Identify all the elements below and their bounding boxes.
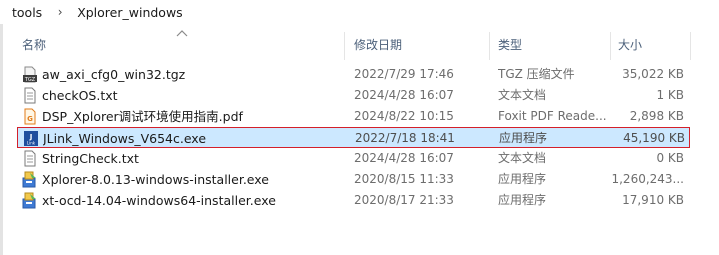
file-date-modified: 2020/8/17 21:33 [354, 193, 454, 207]
file-date-modified: 2024/8/22 10:15 [354, 109, 454, 123]
breadcrumb: tools › Xplorer_windows [0, 0, 719, 24]
chevron-right-icon[interactable]: › [52, 5, 68, 19]
file-size: 2,898 KB [629, 109, 684, 123]
file-date-modified: 2024/4/28 16:07 [354, 88, 454, 102]
file-type: Foxit PDF Reade... [498, 109, 607, 123]
column-header-type[interactable]: 类型 [498, 26, 522, 64]
svg-text:G: G [27, 115, 33, 123]
file-name: JLink_Windows_V654c.exe [43, 131, 207, 146]
file-size: 35,022 KB [622, 67, 684, 81]
column-divider[interactable] [344, 32, 345, 60]
file-date-modified: 2022/7/29 17:46 [354, 67, 454, 81]
file-name: Xplorer-8.0.13-windows-installer.exe [42, 172, 269, 187]
breadcrumb-item-xplorer-windows[interactable]: Xplorer_windows [77, 5, 183, 20]
svg-text:TGZ: TGZ [24, 77, 36, 83]
column-header-date-modified[interactable]: 修改日期 [354, 26, 402, 64]
column-header-size[interactable]: 大小 [618, 26, 642, 64]
installer-exe-icon [22, 192, 38, 209]
breadcrumb-item-tools[interactable]: tools [12, 5, 42, 20]
pdf-file-icon: G [22, 108, 38, 125]
column-divider[interactable] [610, 32, 611, 60]
file-name: DSP_Xplorer调试环境使用指南.pdf [42, 109, 243, 124]
text-file-icon [22, 150, 38, 167]
file-size: 0 KB [656, 151, 684, 165]
column-header-row: 名称 修改日期 类型 大小 [0, 26, 719, 64]
file-name: checkOS.txt [42, 88, 118, 103]
file-row[interactable]: xt-ocd-14.04-windows64-installer.exe 202… [17, 190, 690, 211]
jlink-exe-icon: J Link [23, 130, 39, 147]
file-name: aw_axi_cfg0_win32.tgz [42, 67, 186, 82]
file-name: StringCheck.txt [42, 151, 139, 166]
file-size: 1,260,243... [611, 172, 684, 186]
sort-ascending-icon [176, 30, 188, 37]
installer-exe-icon [22, 171, 38, 188]
column-header-name[interactable]: 名称 [22, 26, 46, 64]
svg-text:Link: Link [27, 141, 36, 146]
file-size: 1 KB [656, 88, 684, 102]
column-divider[interactable] [489, 32, 490, 60]
file-type: 应用程序 [499, 131, 548, 145]
file-row[interactable]: StringCheck.txt 2024/4/28 16:07 文本文档 0 K… [17, 148, 690, 169]
file-row-selected[interactable]: J Link JLink_Windows_V654c.exe 2022/7/18… [17, 127, 690, 148]
file-row[interactable]: G DSP_Xplorer调试环境使用指南.pdf 2024/8/22 10:1… [17, 106, 690, 127]
file-row[interactable]: Xplorer-8.0.13-windows-installer.exe 202… [17, 169, 690, 190]
tgz-archive-icon: TGZ [22, 66, 38, 83]
file-type: 应用程序 [498, 172, 547, 186]
file-type: 文本文档 [498, 88, 547, 102]
file-size: 45,190 KB [623, 131, 685, 145]
file-date-modified: 2024/4/28 16:07 [354, 151, 454, 165]
file-size: 17,910 KB [622, 193, 684, 207]
file-date-modified: 2022/7/18 18:41 [355, 131, 455, 145]
file-type: 应用程序 [498, 193, 547, 207]
text-file-icon [22, 87, 38, 104]
file-name: xt-ocd-14.04-windows64-installer.exe [42, 193, 276, 208]
file-date-modified: 2020/8/15 11:33 [354, 172, 454, 186]
file-row[interactable]: checkOS.txt 2024/4/28 16:07 文本文档 1 KB [17, 85, 690, 106]
column-divider[interactable] [690, 32, 691, 60]
file-row[interactable]: TGZ aw_axi_cfg0_win32.tgz 2022/7/29 17:4… [17, 64, 690, 85]
file-type: 文本文档 [498, 151, 547, 165]
file-type: TGZ 压缩文件 [498, 67, 575, 81]
